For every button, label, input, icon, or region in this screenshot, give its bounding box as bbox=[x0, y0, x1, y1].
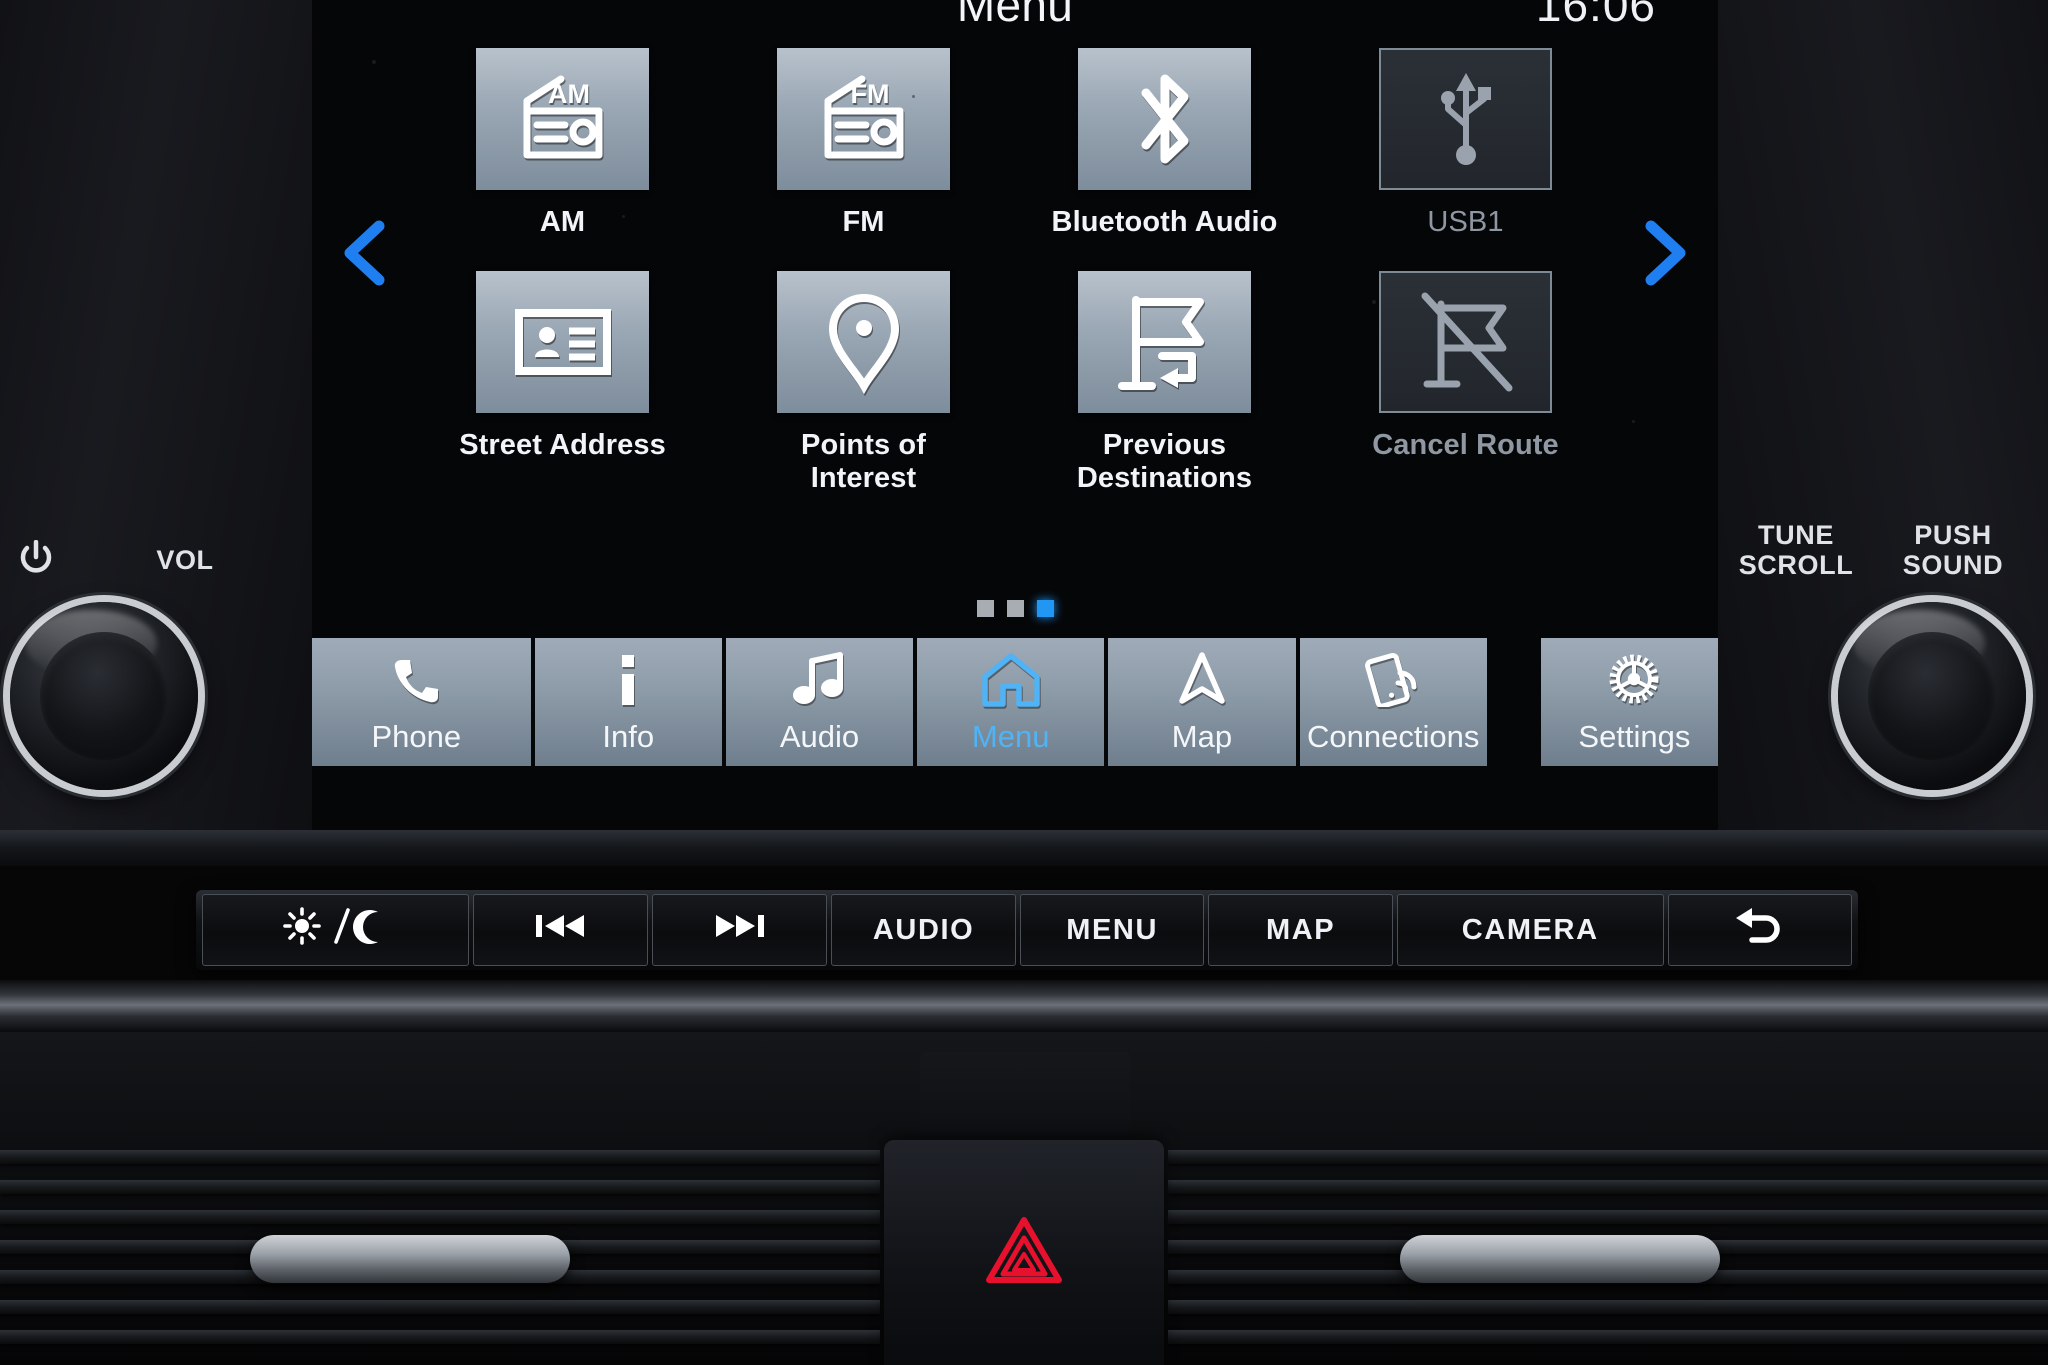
day-night-icon bbox=[280, 904, 390, 956]
tab-connections[interactable]: Connections bbox=[1299, 638, 1487, 766]
tile-label: USB1 bbox=[1427, 206, 1504, 238]
svg-text:FM: FM bbox=[850, 79, 889, 109]
vent-direction-knob-left[interactable] bbox=[250, 1235, 570, 1283]
tab-label: Audio bbox=[779, 719, 860, 754]
hard-button-map[interactable]: MAP bbox=[1208, 894, 1393, 966]
menu-tile-grid: AM AM FM FM Bluetooth Audio USB1 Street … bbox=[412, 48, 1618, 495]
tab-label: Settings bbox=[1578, 719, 1691, 754]
previous-track-icon bbox=[532, 910, 588, 950]
hard-button-menu[interactable]: MENU bbox=[1019, 894, 1205, 966]
chevron-left-icon[interactable] bbox=[337, 218, 397, 288]
tile-face[interactable] bbox=[1078, 271, 1251, 414]
hard-button-camera[interactable]: CAMERA bbox=[1396, 894, 1664, 966]
hard-button-previous-track[interactable] bbox=[472, 894, 648, 966]
tile-label: AM bbox=[539, 206, 586, 238]
tile-face[interactable] bbox=[777, 271, 950, 414]
tile-label: Street Address bbox=[459, 429, 666, 462]
tile-face[interactable]: FM bbox=[777, 48, 950, 190]
map-pin-icon bbox=[825, 290, 903, 395]
power-icon[interactable] bbox=[8, 539, 64, 584]
tab-audio[interactable]: Audio bbox=[725, 638, 914, 766]
svg-text:AM: AM bbox=[548, 79, 590, 109]
page-dot-2[interactable] bbox=[1006, 600, 1024, 617]
tile-previous-destinations[interactable]: Previous Destinations bbox=[1014, 271, 1315, 495]
tile-points-of-interest[interactable]: Points of Interest bbox=[713, 271, 1014, 495]
tab-label: Map bbox=[1171, 719, 1233, 754]
clock: 16:06 bbox=[1535, 0, 1656, 31]
hard-button-back[interactable] bbox=[1667, 894, 1852, 966]
push-sound-label: PUSH SOUND bbox=[1902, 520, 2004, 581]
hazard-button[interactable] bbox=[884, 1140, 1164, 1365]
tab-label: Phone bbox=[371, 719, 462, 754]
tab-label: Info bbox=[602, 719, 655, 754]
phone-handset-icon bbox=[390, 649, 442, 707]
tile-face[interactable] bbox=[1379, 48, 1552, 190]
tile-face[interactable] bbox=[1379, 271, 1552, 414]
tab-menu[interactable]: Menu bbox=[917, 638, 1105, 766]
hard-button-audio[interactable]: AUDIO bbox=[831, 894, 1016, 966]
tile-row-2: Street Address Points of Interest Previo… bbox=[412, 271, 1618, 495]
tile-am[interactable]: AM AM bbox=[412, 48, 713, 239]
tune-scroll-label: TUNE SCROLL bbox=[1738, 520, 1854, 581]
flag-cancel-icon bbox=[1417, 290, 1515, 394]
tile-face[interactable]: AM bbox=[476, 48, 649, 190]
tile-row-1: AM AM FM FM Bluetooth Audio USB1 bbox=[412, 48, 1618, 239]
tile-face[interactable] bbox=[476, 271, 649, 414]
tile-fm[interactable]: FM FM bbox=[713, 48, 1014, 239]
infotainment-display: Menu 16:06 AM AM FM FM Bluetooth Audio U… bbox=[312, 0, 1718, 820]
tab-phone[interactable]: Phone bbox=[312, 638, 531, 766]
bluetooth-icon bbox=[1128, 67, 1202, 171]
hard-button-day-night[interactable] bbox=[202, 894, 469, 966]
page-title: Menu bbox=[956, 0, 1074, 31]
hazard-triangle-icon bbox=[985, 1214, 1063, 1291]
hard-button-next-track[interactable] bbox=[652, 894, 828, 966]
page-dot-1[interactable] bbox=[976, 600, 994, 617]
contact-card-icon bbox=[511, 303, 615, 381]
next-track-icon bbox=[712, 910, 768, 950]
tab-label: Connections bbox=[1306, 719, 1480, 754]
vol-label: VOL bbox=[156, 545, 214, 575]
tile-street-address[interactable]: Street Address bbox=[412, 271, 713, 495]
tune-scroll-knob[interactable] bbox=[1838, 602, 2026, 790]
volume-knob[interactable] bbox=[10, 602, 198, 790]
vent-direction-knob-right[interactable] bbox=[1400, 1235, 1720, 1283]
phone-wireless-icon bbox=[1364, 649, 1422, 707]
gear-icon bbox=[1606, 649, 1662, 707]
tile-label: Cancel Route bbox=[1372, 429, 1559, 462]
info-icon bbox=[617, 649, 639, 707]
trim-gloss-strip bbox=[0, 980, 2048, 1032]
tile-cancel-route[interactable]: Cancel Route bbox=[1315, 271, 1616, 495]
tile-bluetooth-audio[interactable]: Bluetooth Audio bbox=[1014, 48, 1315, 239]
tile-face[interactable] bbox=[1078, 48, 1251, 190]
status-bar: Menu 16:06 bbox=[312, 0, 1718, 46]
tab-settings[interactable]: Settings bbox=[1540, 638, 1718, 766]
infotainment-screenshot: Menu 16:06 AM AM FM FM Bluetooth Audio U… bbox=[0, 0, 2048, 1365]
navigation-arrow-icon bbox=[1178, 649, 1226, 707]
chevron-right-icon[interactable] bbox=[1633, 218, 1693, 288]
home-icon bbox=[980, 649, 1042, 707]
usb-icon bbox=[1429, 67, 1503, 171]
flag-back-icon bbox=[1116, 290, 1214, 394]
bezel-chrome-strip bbox=[0, 830, 2048, 866]
bottom-tab-bar: Phone Info Audio Menu Map Connections Se… bbox=[312, 638, 1718, 766]
tile-label: FM bbox=[842, 206, 885, 238]
back-arrow-icon bbox=[1732, 906, 1788, 954]
tab-info[interactable]: Info bbox=[534, 638, 722, 766]
page-dot-3[interactable] bbox=[1036, 600, 1054, 617]
fm-radio-icon: FM bbox=[812, 73, 916, 165]
tab-map[interactable]: Map bbox=[1108, 638, 1296, 766]
music-note-icon bbox=[792, 649, 846, 707]
tile-usb1[interactable]: USB1 bbox=[1315, 48, 1616, 239]
page-indicator bbox=[312, 600, 1718, 617]
tab-label: Menu bbox=[971, 719, 1050, 754]
am-radio-icon: AM bbox=[511, 73, 615, 165]
tile-label: Points of Interest bbox=[801, 429, 926, 495]
tile-label: Bluetooth Audio bbox=[1051, 206, 1278, 238]
hard-button-bar: AUDIO MENU MAP CAMERA bbox=[196, 890, 1858, 970]
tile-label: Previous Destinations bbox=[1076, 429, 1253, 495]
